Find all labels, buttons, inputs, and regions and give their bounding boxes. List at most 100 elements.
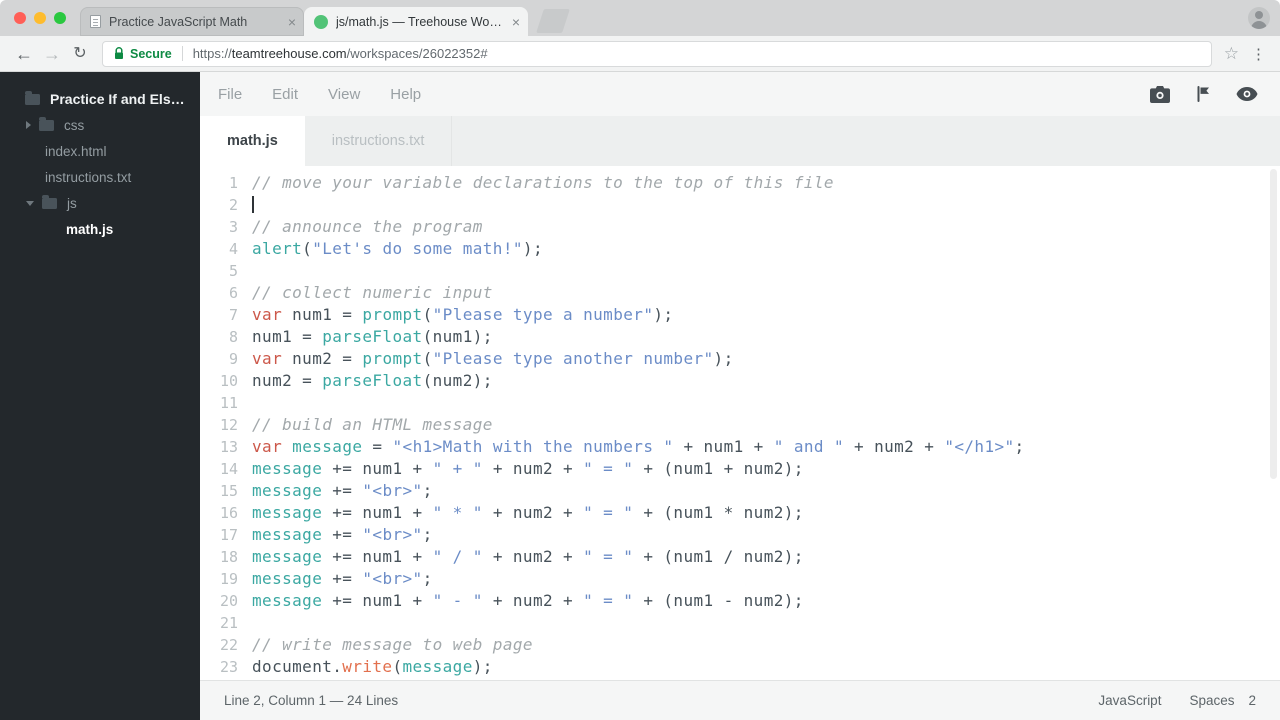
file-label: Practice If and Els… bbox=[50, 91, 185, 107]
minimize-window-button[interactable] bbox=[34, 12, 46, 24]
code-token: ( bbox=[422, 305, 433, 324]
code-token: ; bbox=[422, 481, 433, 500]
code-line-4[interactable]: 4 alert("Let's do some math!"); bbox=[200, 238, 1280, 260]
code-line-7[interactable]: 7 var num1 = prompt("Please type a number… bbox=[200, 304, 1280, 326]
code-token: + num2 + bbox=[843, 437, 945, 456]
code-token: // collect numeric input bbox=[252, 283, 493, 302]
code-line-15[interactable]: 15 message += "<br>"; bbox=[200, 480, 1280, 502]
line-number: 2 bbox=[228, 196, 238, 214]
code-line-19[interactable]: 19 message += "<br>"; bbox=[200, 568, 1280, 590]
code-token: " + " bbox=[432, 459, 483, 478]
code-line-1[interactable]: 1 // move your variable declarations to t… bbox=[200, 172, 1280, 194]
treehouse-favicon-icon bbox=[314, 14, 328, 29]
code-line-8[interactable]: 8 num1 = parseFloat(num1); bbox=[200, 326, 1280, 348]
indent-size[interactable]: 2 bbox=[1248, 693, 1256, 708]
reload-icon[interactable]: ↻ bbox=[66, 45, 94, 62]
code-token: + (num1 * num2); bbox=[633, 503, 804, 522]
workspace: Practice If and Els… css index.html instruc… bbox=[0, 72, 1280, 720]
code-line-2[interactable]: 2 bbox=[200, 194, 1280, 216]
code-line-5[interactable]: 5 bbox=[200, 260, 1280, 282]
sidebar-item-js[interactable]: js bbox=[0, 190, 200, 216]
browser-titlebar: Practice JavaScript Math × js/math.js — … bbox=[0, 0, 1280, 36]
menu-help[interactable]: Help bbox=[390, 86, 421, 103]
close-tab-icon[interactable]: × bbox=[512, 15, 520, 29]
code-token: message bbox=[252, 547, 323, 566]
menu-view[interactable]: View bbox=[328, 86, 360, 103]
code-line-6[interactable]: 6 // collect numeric input bbox=[200, 282, 1280, 304]
sidebar-item-index-html[interactable]: index.html bbox=[0, 138, 200, 164]
line-number: 16 bbox=[219, 504, 238, 522]
line-number: 11 bbox=[219, 394, 238, 412]
close-tab-icon[interactable]: × bbox=[288, 15, 296, 29]
code-text: var message = "<h1>Math with the numbers… bbox=[252, 436, 1025, 458]
flag-icon[interactable] bbox=[1196, 85, 1210, 103]
chevron-down-icon[interactable] bbox=[26, 200, 34, 206]
code-line-13[interactable]: 13 var message = "<h1>Math with the numbe… bbox=[200, 436, 1280, 458]
line-number: 6 bbox=[228, 284, 238, 302]
url-host: teamtreehouse.com bbox=[231, 46, 347, 61]
menu-edit[interactable]: Edit bbox=[272, 86, 298, 103]
line-number: 21 bbox=[219, 614, 238, 632]
code-line-14[interactable]: 14 message += num1 + " + " + num2 + " = "… bbox=[200, 458, 1280, 480]
folder-icon bbox=[42, 194, 57, 209]
line-number: 23 bbox=[219, 658, 238, 676]
browser-tab-practice-javascript-math[interactable]: Practice JavaScript Math × bbox=[80, 7, 304, 36]
line-number: 10 bbox=[219, 372, 238, 390]
code-line-11[interactable]: 11 bbox=[200, 392, 1280, 414]
editor-tab-math-js[interactable]: math.js bbox=[200, 116, 305, 166]
chevron-right-icon[interactable] bbox=[26, 121, 31, 129]
workspace-menubar: File Edit View Help bbox=[200, 72, 1280, 116]
code-line-22[interactable]: 22 // write message to web page bbox=[200, 634, 1280, 656]
address-bar[interactable]: Secure https://teamtreehouse.com/workspa… bbox=[102, 40, 1212, 67]
text-cursor bbox=[252, 195, 254, 213]
line-number: 8 bbox=[228, 328, 238, 346]
bookmark-star-icon[interactable]: ☆ bbox=[1224, 44, 1239, 64]
camera-snapshot-icon[interactable] bbox=[1150, 85, 1170, 103]
code-token: + num2 + bbox=[482, 591, 584, 610]
code-token: message bbox=[252, 503, 323, 522]
code-line-21[interactable]: 21 bbox=[200, 612, 1280, 634]
forward-icon[interactable]: → bbox=[38, 45, 66, 63]
omnibox-divider bbox=[181, 46, 183, 61]
code-text: // write message to web page bbox=[252, 634, 533, 656]
code-editor[interactable]: 1 // move your variable declarations to t… bbox=[200, 166, 1280, 680]
profile-avatar[interactable] bbox=[1248, 7, 1270, 29]
code-line-18[interactable]: 18 message += num1 + " / " + num2 + " = "… bbox=[200, 546, 1280, 568]
zoom-window-button[interactable] bbox=[54, 12, 66, 24]
editor-tab-instructions-txt[interactable]: instructions.txt bbox=[305, 116, 453, 166]
code-token: += num1 + bbox=[322, 503, 433, 522]
code-line-17[interactable]: 17 message += "<br>"; bbox=[200, 524, 1280, 546]
code-token: num1 = bbox=[282, 305, 363, 324]
browser-menu-icon[interactable]: ⋮ bbox=[1251, 45, 1266, 63]
browser-tab-math-js-workspace[interactable]: js/math.js — Treehouse Workspaces × bbox=[304, 7, 528, 36]
code-token: + (num1 / num2); bbox=[633, 547, 804, 566]
code-line-12[interactable]: 12 // build an HTML message bbox=[200, 414, 1280, 436]
code-line-9[interactable]: 9 var num2 = prompt("Please type another … bbox=[200, 348, 1280, 370]
eye-preview-icon[interactable] bbox=[1236, 87, 1258, 101]
language-mode[interactable]: JavaScript bbox=[1098, 693, 1161, 708]
editor-scrollbar[interactable] bbox=[1270, 169, 1277, 479]
line-number: 9 bbox=[228, 350, 238, 368]
code-token: ; bbox=[422, 569, 433, 588]
new-tab-button[interactable] bbox=[536, 9, 570, 33]
back-icon[interactable]: ← bbox=[10, 45, 38, 63]
menu-file[interactable]: File bbox=[218, 86, 242, 103]
sidebar-item-project-root[interactable]: Practice If and Els… bbox=[0, 86, 200, 112]
sidebar-item-instructions-txt[interactable]: instructions.txt bbox=[0, 164, 200, 190]
url-scheme: https:// bbox=[192, 46, 232, 61]
code-line-16[interactable]: 16 message += num1 + " * " + num2 + " = "… bbox=[200, 502, 1280, 524]
sidebar-item-math-js[interactable]: math.js bbox=[0, 216, 200, 242]
code-line-20[interactable]: 20 message += num1 + " - " + num2 + " = "… bbox=[200, 590, 1280, 612]
code-line-3[interactable]: 3 // announce the program bbox=[200, 216, 1280, 238]
close-window-button[interactable] bbox=[14, 12, 26, 24]
indent-mode[interactable]: Spaces bbox=[1189, 693, 1234, 708]
code-line-10[interactable]: 10 num2 = parseFloat(num2); bbox=[200, 370, 1280, 392]
sidebar-item-css[interactable]: css bbox=[0, 112, 200, 138]
code-token: "</h1>" bbox=[944, 437, 1015, 456]
code-token: (num2); bbox=[422, 371, 493, 390]
line-number: 12 bbox=[219, 416, 238, 434]
code-line-23[interactable]: 23 document.write(message); bbox=[200, 656, 1280, 678]
code-token: // move your variable declarations to th… bbox=[252, 173, 834, 192]
code-token: + num2 + bbox=[482, 459, 584, 478]
